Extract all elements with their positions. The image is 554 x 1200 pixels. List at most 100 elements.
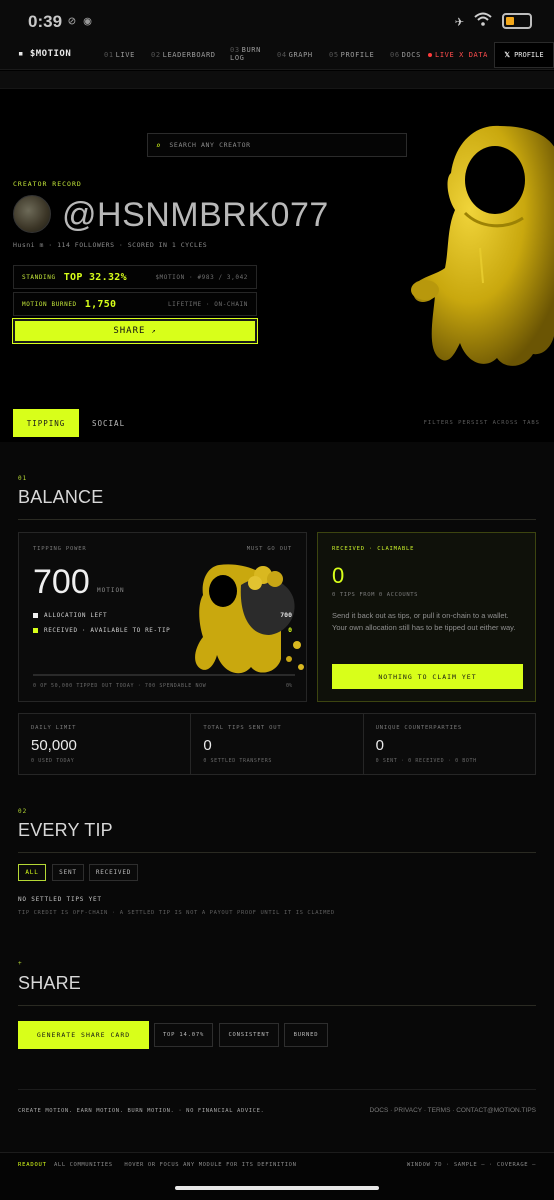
balance-title: BALANCE [18,487,104,507]
search-icon: ⌕ [156,140,162,150]
stat-total-tips: TOTAL TIPS SENT OUT 0 0 SETTLED TRANSFER… [191,714,364,774]
claimable-value: 0 [332,563,345,588]
live-x-data[interactable]: LIVE X DATA [428,51,488,59]
chip-burned[interactable]: BURNED [284,1023,328,1047]
tipped-out-percent: 0% [285,683,292,689]
standing-value: TOP 32.32% [63,271,127,283]
chip-top-percent[interactable]: TOP 14.07% [154,1023,213,1047]
nav-leaderboard[interactable]: 02 LEADERBOARD [151,51,216,59]
creator-meta: Husni m · 114 FOLLOWERS · SCORED IN 1 CY… [13,241,208,249]
filter-all[interactable]: ALL [18,864,46,881]
arrow-icon: ↗ [151,327,157,335]
top-nav: ▪ $MOTION 01 LIVE 02 LEADERBOARD 03 BURN LOG… [0,40,554,70]
avatar [13,195,51,233]
tipping-power-value: 700 [33,563,90,601]
divider [18,519,536,520]
status-icons: ✈ [455,12,532,30]
readout-window[interactable]: WINDOW 7D · SAMPLE — · COVERAGE — [407,1162,536,1168]
battery-icon [502,13,532,29]
claim-button[interactable]: NOTHING TO CLAIM YET [332,664,523,689]
standing-rank: $MOTION · #983 / 3,042 [155,273,248,281]
airplane-icon: ✈ [454,12,464,30]
claimable-description: Send it back out as tips, or pull it on-… [332,611,516,632]
standing-label: STANDING [22,273,56,281]
nav-live[interactable]: 01 LIVE [104,51,135,59]
tab-social[interactable]: SOCIAL [92,419,125,428]
footer-tagline: CREATE MOTION. EARN MOTION. BURN MOTION.… [18,1108,265,1114]
nav-graph[interactable]: 04 GRAPH [277,51,313,59]
readout-label: READOUT [18,1162,47,1168]
claimable-label: RECEIVED · CLAIMABLE [332,546,415,552]
x-logo-icon: 𝕏 [504,51,511,59]
divider [18,852,536,853]
claimable-card: RECEIVED · CLAIMABLE 0 0 TIPS FROM 0 ACC… [317,532,536,702]
status-time: 0:39 [28,12,63,31]
received-value: 0 [288,626,292,634]
chip-consistent[interactable]: CONSISTENT [219,1023,279,1047]
empty-state: NO SETTLED TIPS YET [18,896,102,903]
stats-row: DAILY LIMIT 50,000 0 USED TODAY TOTAL TI… [18,713,536,775]
readout-middle: ALL COMMUNITIES HOVER OR FOCUS ANY MODUL… [54,1162,297,1168]
stat-sub: 0 SENT · 0 RECEIVED · 0 BOTH [375,758,477,764]
readout-bar: READOUT ALL COMMUNITIES HOVER OR FOCUS A… [0,1152,554,1200]
daily-progress-bar [33,674,295,676]
lime-square-icon [33,628,38,633]
search-placeholder: SEARCH ANY CREATOR [169,141,251,149]
stat-label: UNIQUE COUNTERPARTIES [375,725,462,731]
filter-sent[interactable]: SENT [52,864,84,881]
stat-counterparties: UNIQUE COUNTERPARTIES 0 0 SENT · 0 RECEI… [364,714,535,774]
balance-section-number: 01 [18,475,28,482]
status-bar: 0:39 ⊘ ◉ ✈ [0,0,554,40]
standing-card: STANDING TOP 32.32% $MOTION · #983 / 3,0… [13,265,257,289]
burned-label: MOTION BURNED [22,300,77,308]
live-dot-icon [428,53,432,57]
divider [18,1005,536,1006]
received-row: RECEIVED · AVAILABLE TO RE-TIP [33,627,170,634]
allocation-left-value: 700 [280,611,292,619]
hooded-mascot-illustration [411,125,554,366]
share-button[interactable]: SHARE ↗ [12,318,258,344]
stat-sub: 0 SETTLED TRANSFERS [203,758,272,764]
generate-share-card-button[interactable]: GENERATE SHARE CARD [18,1021,149,1049]
stat-label: DAILY LIMIT [31,725,77,731]
claimable-sub: 0 TIPS FROM 0 ACCOUNTS [332,592,419,598]
must-go-out-label: MUST GO OUT [246,546,292,552]
tab-tipping[interactable]: TIPPING [13,409,79,437]
wifi-icon [474,12,492,30]
tip-disclaimer: TIP CREDIT IS OFF-CHAIN · A SETTLED TIP … [18,910,335,916]
home-indicator[interactable] [175,1186,379,1190]
notification-icons: ⊘ ◉ [68,14,92,29]
stat-daily-limit: DAILY LIMIT 50,000 0 USED TODAY [19,714,192,774]
burned-value: 1,750 [84,298,117,310]
stat-value: 0 [203,737,212,754]
tipping-power-card: TIPPING POWER MUST GO OUT 700 MOTION ALL… [18,532,307,702]
nav-docs[interactable]: 06 DOCS [390,51,421,59]
share-title: SHARE [18,973,82,993]
nav-profile[interactable]: 05 PROFILE [329,51,374,59]
tipping-power-unit: MOTION [97,587,125,594]
every-tip-section-number: 02 [18,808,28,815]
tipped-out-summary: 0 OF 50,000 TIPPED OUT TODAY · 700 SPEND… [33,683,207,689]
nav-burn-log[interactable]: 03 BURN LOG [230,46,261,62]
burned-note: LIFETIME · ON-CHAIN [167,300,248,308]
tipping-power-label: TIPPING POWER [33,546,87,552]
creator-search-input[interactable]: ⌕ SEARCH ANY CREATOR [147,133,407,157]
nav-ticker-strip [0,71,554,89]
profile-button[interactable]: 𝕏 PROFILE [494,42,554,68]
creator-record-label: CREATOR RECORD [13,180,82,188]
white-square-icon [33,613,38,618]
stat-label: TOTAL TIPS SENT OUT [203,725,282,731]
footer-divider [18,1089,536,1090]
stat-value: 50,000 [31,737,77,754]
every-tip-title: EVERY TIP [18,820,113,840]
share-section-marker: + [18,960,23,967]
burned-card: MOTION BURNED 1,750 LIFETIME · ON-CHAIN [13,292,257,316]
footer-links[interactable]: DOCS · PRIVACY · TERMS · CONTACT@MOTION.… [370,1107,536,1114]
creator-handle: @HSNMBRK077 [62,196,329,234]
filter-received[interactable]: RECEIVED [89,864,138,881]
tabs-note: FILTERS PERSIST ACROSS TABS [423,420,540,426]
stat-sub: 0 USED TODAY [31,758,75,764]
allocation-left-row: ALLOCATION LEFT [33,612,107,619]
stat-value: 0 [375,737,384,754]
brand-logo[interactable]: ▪ $MOTION [18,49,71,59]
